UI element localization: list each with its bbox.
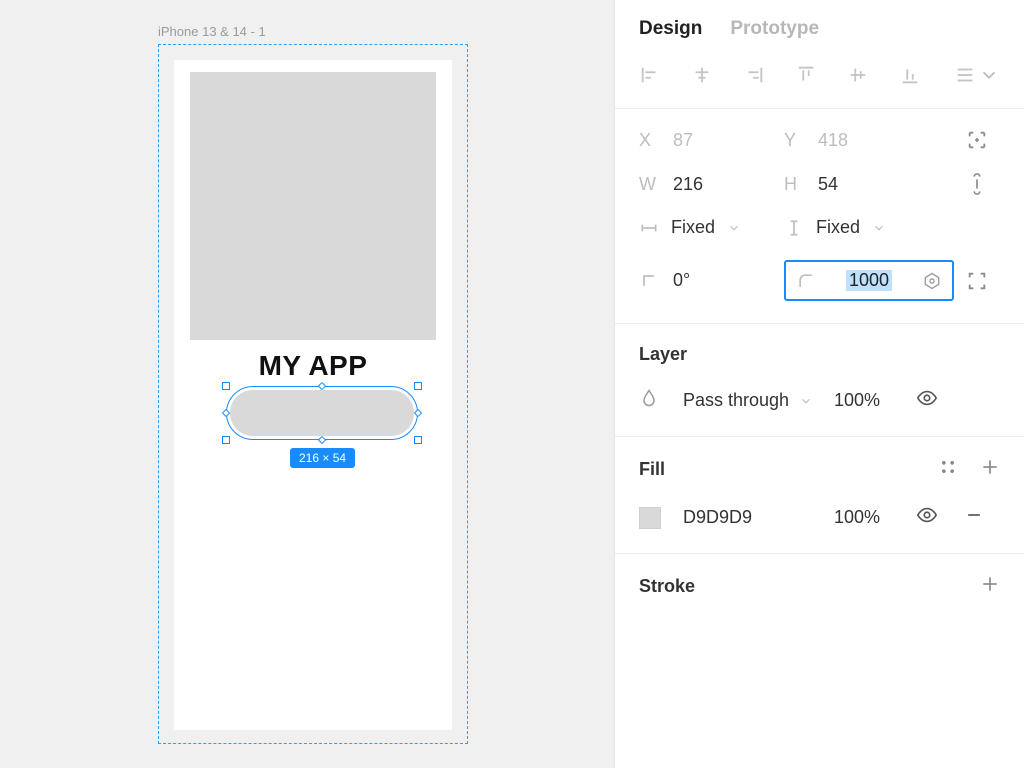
tab-design[interactable]: Design <box>639 18 702 40</box>
align-hcenter-icon[interactable] <box>691 64 713 86</box>
align-top-icon[interactable] <box>795 64 817 86</box>
add-stroke-icon[interactable] <box>980 574 1000 599</box>
height-field[interactable]: H 54 <box>784 174 954 195</box>
vertical-constraint-value: Fixed <box>816 217 860 238</box>
canvas-area[interactable]: iPhone 13 & 14 - 1 MY APP 216 × 54 <box>0 0 614 768</box>
y-value[interactable]: 418 <box>818 130 848 151</box>
independent-corners-icon[interactable] <box>954 270 1000 292</box>
h-value[interactable]: 54 <box>818 174 838 195</box>
w-value[interactable]: 216 <box>673 174 703 195</box>
smoothing-icon[interactable] <box>922 271 942 291</box>
rotation-value[interactable]: 0° <box>673 270 690 291</box>
alignment-toolbar <box>615 54 1024 109</box>
x-label: X <box>639 130 659 151</box>
distribute-icon[interactable] <box>954 64 1000 86</box>
tab-prototype[interactable]: Prototype <box>730 18 819 40</box>
pill-button-shape[interactable] <box>230 390 414 436</box>
y-field[interactable]: Y 418 <box>784 130 954 151</box>
x-field[interactable]: X 87 <box>639 130 784 151</box>
stroke-section: Stroke <box>615 554 1024 619</box>
x-value[interactable]: 87 <box>673 130 693 151</box>
frame-label[interactable]: iPhone 13 & 14 - 1 <box>158 24 266 39</box>
absolute-position-icon[interactable] <box>954 129 1000 151</box>
align-right-icon[interactable] <box>743 64 765 86</box>
lock-aspect-icon[interactable] <box>954 173 1000 195</box>
selection-dimensions-badge: 216 × 54 <box>290 448 355 468</box>
add-fill-icon[interactable] <box>980 457 1000 482</box>
stroke-title: Stroke <box>639 576 695 597</box>
horizontal-constraint-value: Fixed <box>671 217 715 238</box>
blend-mode-select[interactable]: Pass through <box>683 390 822 411</box>
fill-visibility-icon[interactable] <box>916 504 952 531</box>
rotation-field[interactable]: 0° <box>639 270 784 291</box>
align-bottom-icon[interactable] <box>899 64 921 86</box>
align-left-icon[interactable] <box>639 64 661 86</box>
remove-fill-icon[interactable] <box>964 505 1000 530</box>
y-label: Y <box>784 130 804 151</box>
blend-mode-icon[interactable] <box>639 388 671 413</box>
fill-color-hex[interactable]: D9D9D9 <box>683 507 822 528</box>
fill-color-swatch[interactable] <box>639 507 661 529</box>
layer-section: Layer Pass through 100% <box>615 324 1024 437</box>
corner-radius-field[interactable]: 1000 <box>784 260 954 301</box>
blend-mode-value: Pass through <box>683 390 789 411</box>
inspector-panel: Design Prototype X 87 Y 418 W 21 <box>614 0 1024 768</box>
horizontal-constraint[interactable]: Fixed <box>639 217 784 238</box>
placeholder-rectangle[interactable] <box>190 72 436 340</box>
fill-title: Fill <box>639 459 665 480</box>
app-title-text[interactable]: MY APP <box>158 350 468 382</box>
fill-opacity-value[interactable]: 100% <box>834 507 904 528</box>
fill-section: Fill D9D9D9 100% <box>615 437 1024 554</box>
corner-radius-value[interactable]: 1000 <box>846 270 892 291</box>
transform-section: X 87 Y 418 W 216 H 54 F <box>615 109 1024 324</box>
fill-styles-icon[interactable] <box>938 457 958 482</box>
visibility-toggle-icon[interactable] <box>916 387 952 414</box>
h-label: H <box>784 174 804 195</box>
width-field[interactable]: W 216 <box>639 174 784 195</box>
vertical-constraint[interactable]: Fixed <box>784 217 954 238</box>
align-vcenter-icon[interactable] <box>847 64 869 86</box>
layer-opacity-value[interactable]: 100% <box>834 390 904 411</box>
layer-title: Layer <box>639 344 1000 365</box>
w-label: W <box>639 174 659 195</box>
panel-tabs: Design Prototype <box>615 0 1024 54</box>
